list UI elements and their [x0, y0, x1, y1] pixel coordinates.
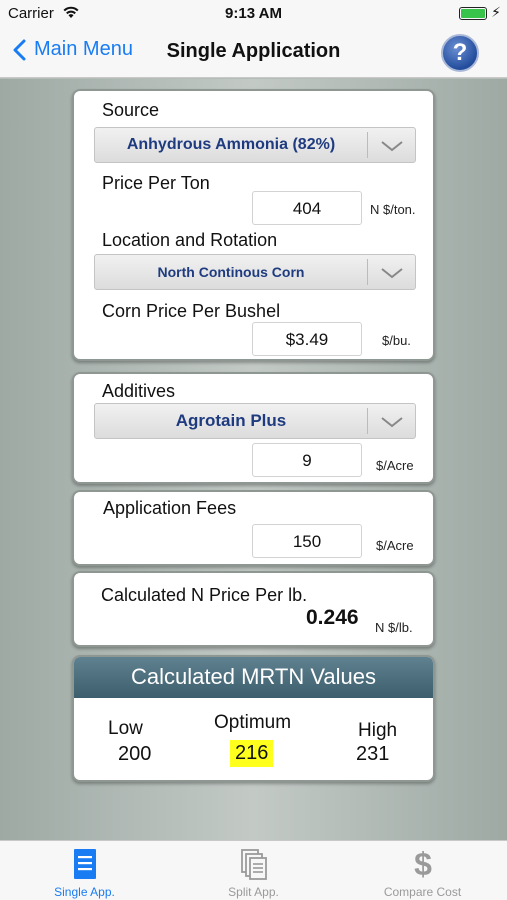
charging-icon: ⚡	[491, 4, 501, 20]
tab-split-app[interactable]: Split App.	[169, 841, 338, 900]
high-label: High	[358, 720, 398, 741]
application-fees-panel: Application Fees 150 $/Acre	[72, 490, 435, 566]
location-rotation-label: Location and Rotation	[102, 230, 278, 250]
navigation-bar: Main Menu Single Application ?	[0, 26, 507, 78]
source-dropdown[interactable]: Anhydrous Ammonia (82%)	[94, 127, 416, 163]
source-label: Source	[102, 100, 160, 120]
additives-panel: Additives Agrotain Plus 9 $/Acre	[72, 372, 435, 484]
additives-cost-input[interactable]: 9	[252, 443, 362, 477]
calculated-n-price-label: Calculated N Price Per lb.	[101, 585, 308, 605]
corn-price-label: Corn Price Per Bushel	[102, 301, 281, 321]
main-content: Source Anhydrous Ammonia (82%) Price Per…	[0, 79, 507, 840]
back-label: Main Menu	[34, 38, 133, 60]
status-bar: Carrier 9:13 AM ⚡	[0, 0, 507, 26]
tab-label: Single App.	[54, 885, 115, 899]
chevron-down-icon	[381, 417, 403, 428]
source-panel: Source Anhydrous Ammonia (82%) Price Per…	[72, 89, 435, 361]
application-fees-input[interactable]: 150	[252, 524, 362, 558]
application-fees-label: Application Fees	[103, 498, 237, 518]
mrtn-results-panel: Calculated MRTN Values Low 200 Optimum 2…	[72, 655, 435, 782]
additives-label: Additives	[102, 381, 176, 401]
corn-price-input[interactable]: $3.49	[252, 322, 362, 356]
tab-compare-cost[interactable]: $ Compare Cost	[338, 841, 507, 900]
document-list-icon	[74, 849, 96, 879]
tab-single-app[interactable]: Single App.	[0, 841, 169, 900]
help-button[interactable]: ?	[441, 34, 479, 72]
additives-selected: Agrotain Plus	[175, 411, 287, 430]
corn-price-unit: $/bu.	[382, 333, 411, 348]
application-fees-unit: $/Acre	[376, 538, 414, 553]
tab-bar: Single App. Split App. $ Compare Cost	[0, 840, 507, 900]
clock: 9:13 AM	[225, 5, 282, 22]
battery-icon	[459, 7, 487, 20]
dollar-sign-icon: $	[414, 846, 432, 882]
tab-label: Split App.	[228, 885, 279, 899]
location-rotation-dropdown[interactable]: North Continous Corn	[94, 254, 416, 290]
calculated-n-price-panel: Calculated N Price Per lb. 0.246 N $/lb.	[72, 571, 435, 647]
tab-label: Compare Cost	[383, 885, 462, 899]
mrtn-header: Calculated MRTN Values	[74, 657, 433, 698]
price-per-ton-label: Price Per Ton	[102, 173, 210, 193]
chevron-left-icon	[13, 39, 26, 60]
optimum-label: Optimum	[214, 712, 292, 733]
stacked-pages-icon	[241, 849, 267, 880]
calculated-n-price-unit: N $/lb.	[375, 620, 413, 635]
price-per-ton-input[interactable]: 404	[252, 191, 362, 225]
chevron-down-icon	[381, 268, 403, 279]
high-value: 231	[356, 743, 390, 765]
additives-dropdown[interactable]: Agrotain Plus	[94, 403, 416, 439]
low-value: 200	[118, 743, 152, 765]
chevron-down-icon	[381, 141, 403, 152]
price-per-ton-unit: N $/ton.	[370, 202, 416, 217]
additives-unit: $/Acre	[376, 458, 414, 473]
low-label: Low	[108, 718, 143, 739]
calculated-n-price-value: 0.246	[306, 606, 359, 629]
optimum-value: 216	[230, 740, 274, 767]
source-selected: Anhydrous Ammonia (82%)	[126, 136, 336, 153]
main-menu-back-button[interactable]: Main Menu	[12, 38, 133, 61]
location-selected: North Continous Corn	[157, 264, 305, 280]
